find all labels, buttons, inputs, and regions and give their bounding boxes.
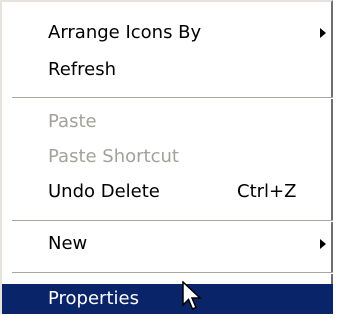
menu-item-refresh[interactable]: Refresh: [2, 57, 333, 83]
menu-item-label: Refresh: [48, 59, 116, 80]
menu-item-paste[interactable]: Paste: [2, 109, 333, 135]
menu-item-label: Arrange Icons By: [48, 22, 202, 43]
context-menu: Arrange Icons By Refresh Paste Paste Sho…: [0, 0, 333, 314]
menu-item-paste-shortcut[interactable]: Paste Shortcut: [2, 144, 333, 170]
menu-item-label: Paste Shortcut: [48, 146, 179, 167]
chevron-right-icon: [320, 28, 326, 38]
menu-separator: [12, 220, 333, 222]
menu-separator: [12, 97, 333, 99]
menu-item-label: Properties: [48, 288, 139, 309]
menu-item-label: Undo Delete: [48, 181, 160, 202]
menu-item-new[interactable]: New: [2, 231, 333, 257]
menu-item-shortcut: Ctrl+Z: [237, 181, 297, 202]
menu-item-label: New: [48, 233, 88, 254]
menu-separator: [12, 272, 333, 274]
menu-item-properties[interactable]: Properties: [2, 284, 333, 314]
menu-item-undo-delete[interactable]: Undo Delete Ctrl+Z: [2, 179, 333, 205]
chevron-right-icon: [320, 239, 326, 249]
menu-item-label: Paste: [48, 111, 97, 132]
mouse-cursor-icon: [182, 281, 202, 310]
menu-item-arrange-icons-by[interactable]: Arrange Icons By: [2, 20, 333, 46]
